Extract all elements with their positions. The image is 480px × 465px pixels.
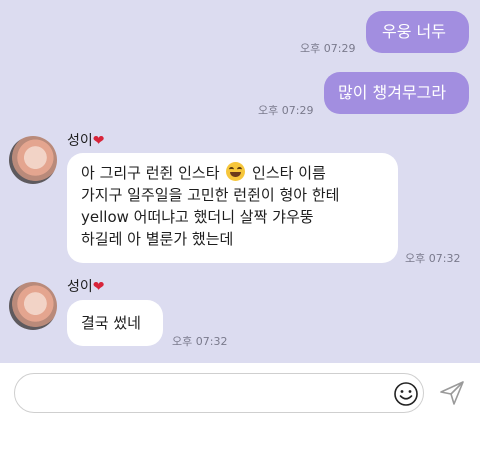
- message-text: 아 그리구 런쥔 인스타: [81, 164, 225, 182]
- incoming-message-bubble[interactable]: 아 그리구 런쥔 인스타 인스타 이름 가지구 일주일을 고민한 런쥔이 형아 …: [67, 153, 398, 263]
- message-line: 아 그리구 런쥔 인스타 인스타 이름: [81, 162, 398, 184]
- smiley-icon[interactable]: [393, 381, 419, 407]
- message-timestamp: 오후 07:29: [300, 42, 356, 55]
- message-text: 많이 챙겨무그라: [338, 83, 447, 102]
- sender-name-text: 성이: [67, 279, 93, 295]
- outgoing-message-bubble[interactable]: 많이 챙겨무그라: [324, 72, 469, 114]
- avatar[interactable]: [9, 136, 57, 184]
- sender-name: 성이❤: [67, 276, 105, 296]
- message-input[interactable]: [29, 382, 383, 406]
- outgoing-message-bubble[interactable]: 우웅 너두: [366, 11, 469, 53]
- message-timestamp: 오후 07:29: [258, 104, 314, 117]
- message-timestamp: 오후 07:32: [405, 252, 461, 265]
- incoming-message-bubble[interactable]: 결국 썼네: [67, 300, 163, 346]
- heart-icon: ❤: [92, 133, 105, 149]
- message-text: 우웅 너두: [382, 22, 446, 41]
- chat-area[interactable]: 우웅 너두 오후 07:29 많이 챙겨무그라 오후 07:29 성이❤ 아 그…: [0, 0, 480, 363]
- sender-name-text: 성이: [67, 133, 93, 149]
- message-line: 하길레 아 별룬가 했는데: [81, 230, 234, 248]
- sender-name: 성이❤: [67, 130, 105, 150]
- message-timestamp: 오후 07:32: [172, 335, 228, 348]
- message-text: 결국 썼네: [81, 314, 141, 332]
- grinning-squint-emoji-icon: [226, 162, 246, 181]
- composer-bar: [0, 363, 480, 465]
- message-input-container[interactable]: [14, 373, 424, 413]
- message-text: 인스타 이름: [247, 164, 326, 182]
- message-line: 가지구 일주일을 고민한 런쥔이 형아 한테: [81, 186, 340, 204]
- send-icon[interactable]: [438, 379, 466, 407]
- heart-icon: ❤: [92, 279, 105, 295]
- message-line: yellow 어떠냐고 했더니 살짝 갸우뚱: [81, 208, 314, 226]
- avatar[interactable]: [9, 282, 57, 330]
